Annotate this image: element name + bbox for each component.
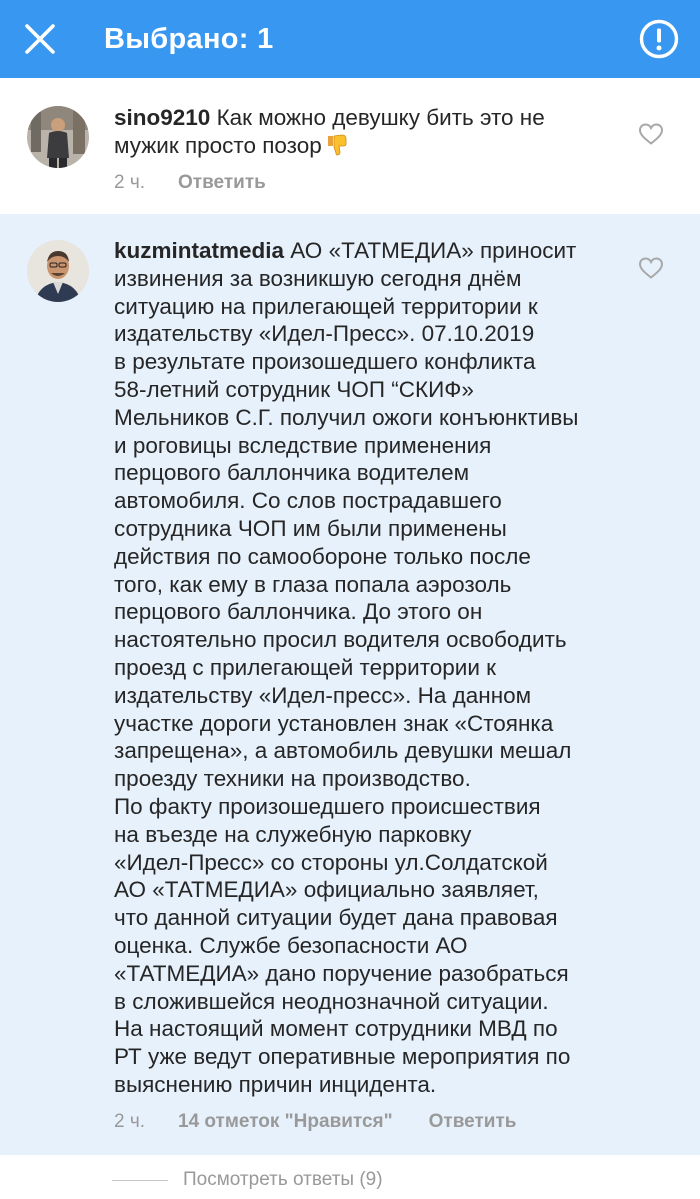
comment-time: 2 ч. (114, 1111, 146, 1132)
view-replies-row: Посмотреть ответы (9) (0, 1155, 700, 1199)
avatar[interactable] (27, 106, 89, 168)
avatar[interactable] (27, 240, 89, 302)
comment-body: sino9210 Как можно девушку бить это не м… (114, 104, 584, 160)
like-heart-icon[interactable] (638, 122, 664, 146)
comment-username[interactable]: kuzmintatmedia (114, 238, 284, 263)
selection-toolbar: Выбрано: 1 (0, 0, 700, 78)
reply-button[interactable]: Ответить (429, 1110, 517, 1134)
view-replies-button[interactable]: Посмотреть ответы (9) (183, 1169, 383, 1191)
comment-meta: 2 ч. 14 отметок "Нравится" Ответить (114, 1110, 516, 1134)
comment-username[interactable]: sino9210 (114, 105, 210, 130)
comment-item[interactable]: sino9210 Как можно девушку бить это не м… (0, 78, 700, 214)
comment-text: АО «ТАТМЕДИА» приносит извинения за возн… (114, 238, 579, 1097)
comment-item-selected[interactable]: kuzmintatmedia АО «ТАТМЕДИА» приносит из… (0, 214, 700, 1155)
reply-button[interactable]: Ответить (178, 171, 266, 195)
thumbs-down-emoji-icon (326, 133, 348, 157)
likes-count-button[interactable]: 14 отметок "Нравится" (178, 1110, 393, 1134)
selection-title: Выбрано: 1 (104, 23, 274, 55)
comment-body: kuzmintatmedia АО «ТАТМЕДИА» приносит из… (114, 237, 634, 1099)
comment-meta: 2 ч. Ответить (114, 171, 266, 195)
like-heart-icon[interactable] (638, 256, 664, 280)
close-icon[interactable] (18, 17, 62, 61)
comment-time: 2 ч. (114, 172, 146, 193)
replies-divider (112, 1180, 168, 1181)
alert-circle-icon[interactable] (638, 18, 680, 60)
